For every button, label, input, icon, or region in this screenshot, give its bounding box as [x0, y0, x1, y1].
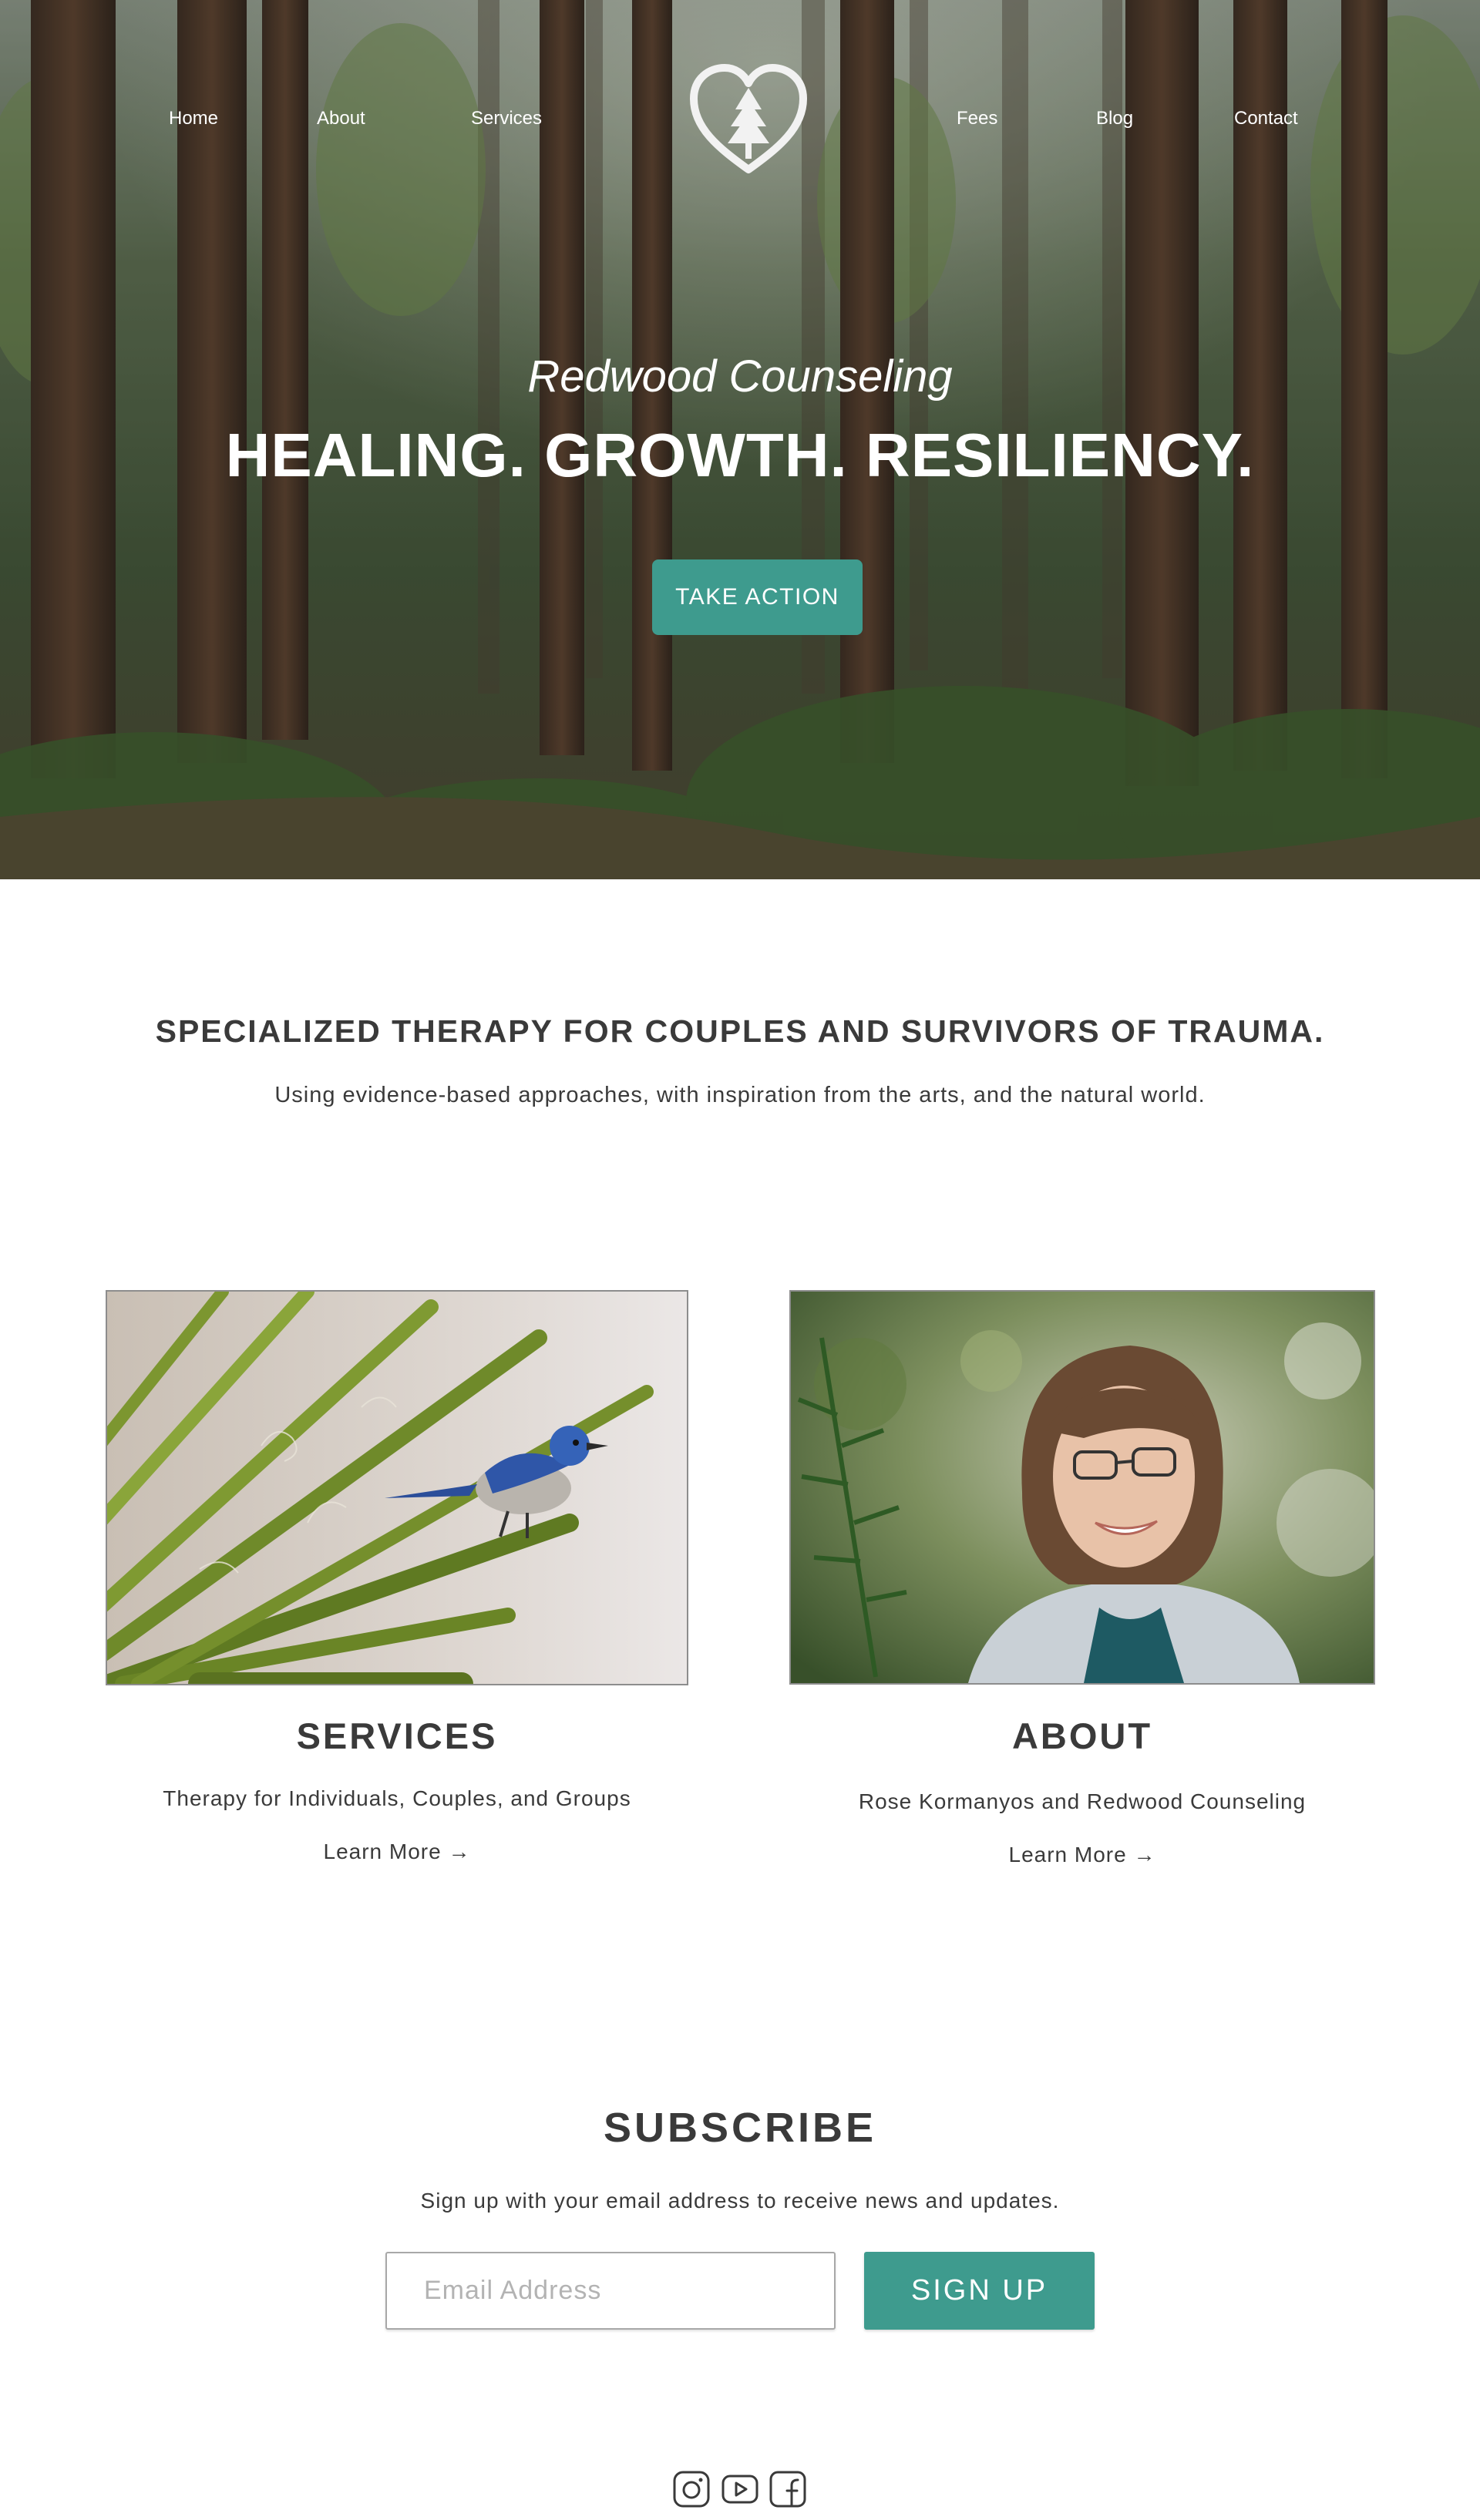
hero-tagline: Redwood Counseling: [527, 351, 953, 402]
about-learn-more-link[interactable]: Learn More →: [789, 1843, 1375, 1867]
facebook-icon[interactable]: [769, 2470, 807, 2508]
email-address-input[interactable]: [385, 2252, 836, 2330]
intro-subheading: Using evidence-based approaches, with in…: [274, 1083, 1206, 1107]
nav-fees-link[interactable]: Fees: [957, 108, 997, 129]
subscribe-heading: SUBSCRIBE: [603, 2105, 877, 2151]
nav-about-link[interactable]: About: [317, 108, 365, 129]
instagram-icon[interactable]: [672, 2470, 711, 2508]
therapist-portrait-photo[interactable]: [789, 1290, 1375, 1685]
take-action-button[interactable]: TAKE ACTION: [652, 559, 863, 635]
youtube-icon[interactable]: [721, 2470, 759, 2508]
nav-services-link[interactable]: Services: [471, 108, 542, 129]
hero-section: Home About Services Fees Blog Contact Re…: [0, 0, 1480, 879]
hero-title: HEALING. GROWTH. RESILIENCY.: [225, 421, 1255, 489]
services-learn-more-link[interactable]: Learn More →: [106, 1840, 688, 1864]
services-card-title: SERVICES: [296, 1715, 498, 1756]
nav-home-link[interactable]: Home: [169, 108, 218, 129]
subscribe-text: Sign up with your email address to recei…: [420, 2189, 1060, 2213]
services-card-text: Therapy for Individuals, Couples, and Gr…: [163, 1786, 631, 1810]
nav-blog-link[interactable]: Blog: [1096, 108, 1133, 129]
heart-redwood-tree-logo-icon[interactable]: [688, 62, 809, 177]
about-card-title: ABOUT: [1011, 1715, 1153, 1756]
blue-jay-on-yucca-photo[interactable]: [106, 1290, 688, 1685]
about-card-text: Rose Kormanyos and Redwood Counseling: [858, 1789, 1307, 1813]
intro-heading: SPECIALIZED THERAPY FOR COUPLES AND SURV…: [155, 1013, 1325, 1049]
nav-contact-link[interactable]: Contact: [1234, 108, 1298, 129]
sign-up-button[interactable]: SIGN UP: [864, 2252, 1095, 2330]
